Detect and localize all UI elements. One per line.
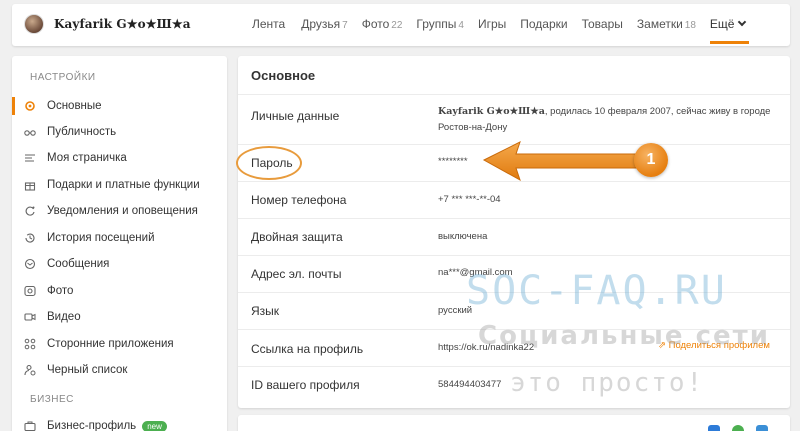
camera-icon: [24, 285, 36, 297]
step-number-badge: 1: [634, 143, 668, 177]
bell-icon: [24, 205, 36, 217]
sidebar-item-label: Моя страничка: [47, 152, 127, 164]
sidebar-item-label: Подарки и платные функции: [47, 179, 200, 191]
bottom-card: [238, 415, 790, 431]
sidebar-section-title: БИЗНЕС: [30, 394, 74, 405]
row-value: +7 *** ***-**-04: [438, 194, 501, 205]
settings-row-personal-data[interactable]: Личные данные Kayfarik G★o★Ш★а, родилась…: [238, 94, 790, 144]
row-label: Ссылка на профиль: [251, 342, 364, 356]
avatar[interactable]: [24, 14, 44, 34]
gift-icon: [24, 179, 36, 191]
nav-item-groups[interactable]: Группы 4: [416, 17, 464, 31]
row-label: Двойная защита: [251, 230, 343, 244]
nav-count: 22: [391, 20, 403, 31]
row-value: 584494403477: [438, 379, 502, 390]
row-label: Язык: [251, 304, 280, 318]
apps-icon: [24, 338, 36, 350]
social-icon[interactable]: [732, 425, 744, 431]
main-nav: Лента Друзья 7 Фото 22 Группы 4 Игры Подарк…: [252, 17, 759, 44]
user-name[interactable]: Kayfarik G★o★Ш★а: [54, 17, 191, 31]
sidebar-item-label: Уведомления и оповещения: [47, 205, 198, 217]
sidebar-item-apps[interactable]: Сторонние приложения: [12, 332, 227, 356]
new-badge: new: [142, 420, 167, 431]
video-icon: [24, 311, 36, 323]
top-navigation-bar: Kayfarik G★o★Ш★а Лента Друзья 7 Фото 22 Гр…: [12, 4, 790, 46]
arrow-icon: [482, 141, 637, 182]
row-value: Kayfarik G★o★Ш★а, родилась 10 февраля 20…: [438, 106, 771, 133]
block-user-icon: [24, 364, 36, 376]
sidebar-item-video[interactable]: Видео: [12, 305, 227, 329]
social-icon[interactable]: [708, 425, 720, 431]
settings-row-two-factor[interactable]: Двойная защита выключена: [238, 218, 790, 255]
briefcase-icon: [24, 420, 36, 431]
settings-sidebar: НАСТРОЙКИ Основные Публичность Моя стран…: [12, 56, 227, 431]
nav-item-games[interactable]: Игры: [478, 17, 506, 31]
sidebar-item-basic[interactable]: Основные: [12, 94, 227, 118]
sidebar-item-publicity[interactable]: Публичность: [12, 120, 227, 144]
sidebar-item-label: Сторонние приложения: [47, 338, 174, 350]
sidebar-item-blacklist[interactable]: Черный список: [12, 358, 227, 382]
sidebar-item-gifts[interactable]: Подарки и платные функции: [12, 173, 227, 197]
nav-item-photos[interactable]: Фото 22: [362, 17, 403, 31]
row-label: Номер телефона: [251, 193, 347, 207]
social-icon[interactable]: [756, 425, 768, 431]
chevron-down-icon: [738, 17, 747, 27]
sidebar-item-label: Черный список: [47, 364, 128, 376]
history-icon: [24, 232, 36, 244]
gear-icon: [24, 100, 36, 112]
settings-main-panel: Основное Личные данные Kayfarik G★o★Ш★а,…: [238, 56, 790, 408]
nav-count: 4: [458, 20, 464, 31]
row-value: выключена: [438, 231, 488, 242]
sidebar-item-history[interactable]: История посещений: [12, 226, 227, 250]
sidebar-item-my-page[interactable]: Моя страничка: [12, 146, 227, 170]
sidebar-item-label: Бизнес-профиль: [47, 420, 137, 431]
watermark-line: Социальные сети: [478, 321, 770, 351]
nav-item-notes[interactable]: Заметки 18: [637, 17, 696, 31]
user-profile-link[interactable]: Kayfarik G★o★Ш★а: [24, 14, 191, 34]
watermark-line: SOC-FAQ.RU: [466, 268, 727, 314]
row-label: Адрес эл. почты: [251, 267, 342, 281]
row-label: Личные данные: [251, 109, 340, 123]
nav-count: 7: [342, 20, 348, 31]
sidebar-item-notifications[interactable]: Уведомления и оповещения: [12, 199, 227, 223]
highlight-circle: [236, 146, 302, 180]
sidebar-item-label: История посещений: [47, 232, 155, 244]
watermark-line: это просто!: [510, 368, 705, 398]
glasses-icon: [24, 126, 36, 138]
nav-item-friends[interactable]: Друзья 7: [301, 17, 347, 31]
nav-count: 18: [684, 20, 696, 31]
settings-row-phone[interactable]: Номер телефона +7 *** ***-**-04: [238, 181, 790, 218]
sidebar-item-label: Основные: [47, 100, 102, 112]
nav-item-more[interactable]: Ещё: [709, 17, 750, 44]
nav-item-goods[interactable]: Товары: [582, 17, 623, 31]
sidebar-item-photo[interactable]: Фото: [12, 279, 227, 303]
sidebar-item-business-profile[interactable]: Бизнес-профиль new: [12, 414, 227, 431]
row-label: ID вашего профиля: [251, 378, 360, 392]
sidebar-item-label: Видео: [47, 311, 81, 323]
sidebar-item-label: Фото: [47, 285, 74, 297]
lines-icon: [24, 152, 36, 164]
sidebar-item-label: Сообщения: [47, 258, 110, 270]
message-icon: [24, 258, 36, 270]
sidebar-item-label: Публичность: [47, 126, 117, 138]
sidebar-item-messages[interactable]: Сообщения: [12, 252, 227, 276]
page-title: Основное: [251, 68, 316, 83]
nav-item-feed[interactable]: Лента: [252, 17, 287, 31]
sidebar-section-title: НАСТРОЙКИ: [30, 72, 96, 83]
nav-item-gifts[interactable]: Подарки: [520, 17, 567, 31]
row-value: ********: [438, 156, 468, 167]
